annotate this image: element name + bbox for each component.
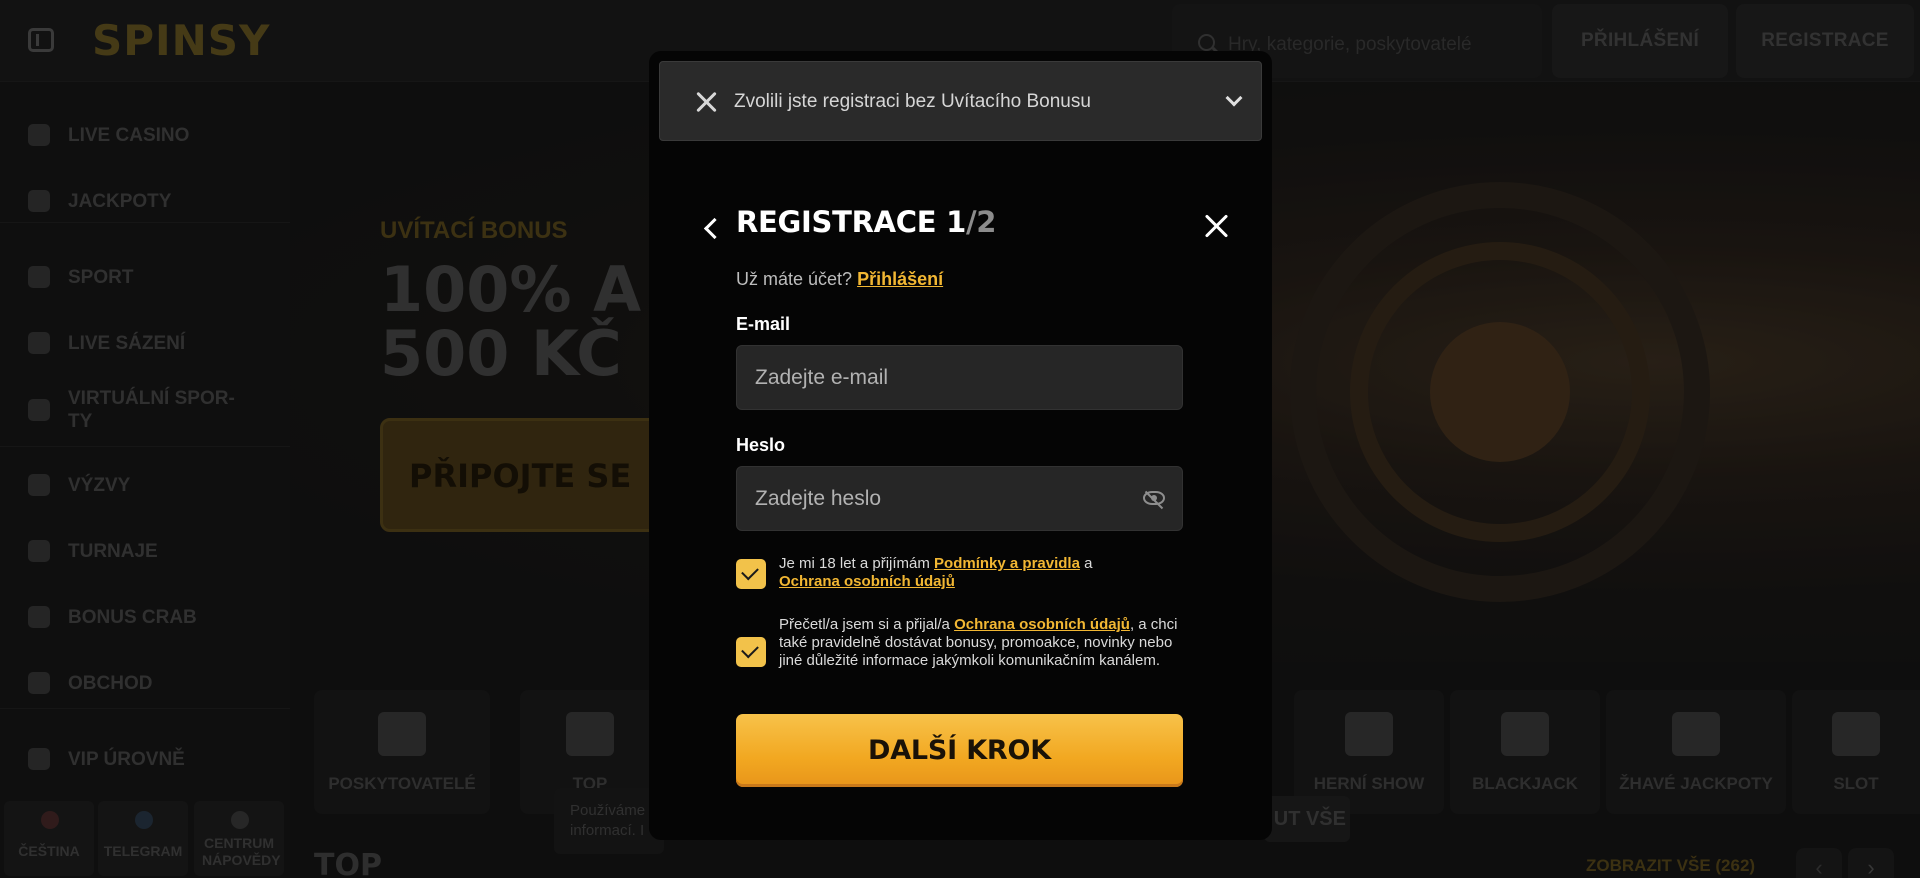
consent-text: Přečetl/a jsem si a přijal/a: [779, 616, 955, 633]
chevron-down-icon[interactable]: [1225, 89, 1243, 107]
password-field[interactable]: [736, 466, 1183, 531]
privacy-link[interactable]: Ochrana osobních údajů: [954, 616, 1130, 633]
terms-link[interactable]: Podmínky a pravidla: [934, 555, 1080, 572]
modal-title-step: /2: [965, 205, 997, 239]
back-arrow-icon[interactable]: [699, 215, 725, 241]
email-label: E-mail: [736, 314, 791, 334]
marketing-consent-text: Přečetl/a jsem si a přijal/a Ochrana oso…: [779, 616, 1189, 670]
terms-consent-text: Je mi 18 let a přijímám Podmínky a pravi…: [779, 555, 1189, 591]
have-account-label: Už máte účet?: [736, 269, 853, 289]
close-icon[interactable]: [694, 90, 718, 114]
terms-checkbox[interactable]: [736, 559, 766, 589]
email-field[interactable]: [736, 345, 1183, 410]
modal-title: REGISTRACE 1/2: [736, 205, 996, 239]
bonus-selector[interactable]: Zvolili jste registraci bez Uvítacího Bo…: [659, 61, 1262, 141]
registration-modal: Zvolili jste registraci bez Uvítacího Bo…: [649, 51, 1272, 840]
privacy-link[interactable]: Ochrana osobních údajů: [779, 573, 955, 590]
bonus-selector-text: Zvolili jste registraci bez Uvítacího Bo…: [734, 91, 1091, 112]
email-input[interactable]: [737, 346, 1182, 409]
modal-title-main: REGISTRACE 1: [736, 205, 966, 239]
close-modal-icon[interactable]: [1202, 211, 1232, 241]
marketing-checkbox[interactable]: [736, 637, 766, 667]
consent-text: Je mi 18 let a přijímám: [779, 555, 935, 572]
password-label: Heslo: [736, 435, 786, 455]
eye-off-icon[interactable]: [1143, 491, 1165, 505]
login-link[interactable]: Přihlášení: [857, 269, 943, 289]
have-account-text: Už máte účet? Přihlášení: [736, 269, 943, 290]
page: SPINSY Hry, kategorie, poskytovatelé PŘI…: [0, 0, 1920, 878]
next-step-label: DALŠÍ KROK: [868, 735, 1051, 766]
next-step-button[interactable]: DALŠÍ KROK: [736, 714, 1183, 787]
password-input[interactable]: [737, 467, 1182, 530]
consent-text: a: [1079, 555, 1093, 572]
